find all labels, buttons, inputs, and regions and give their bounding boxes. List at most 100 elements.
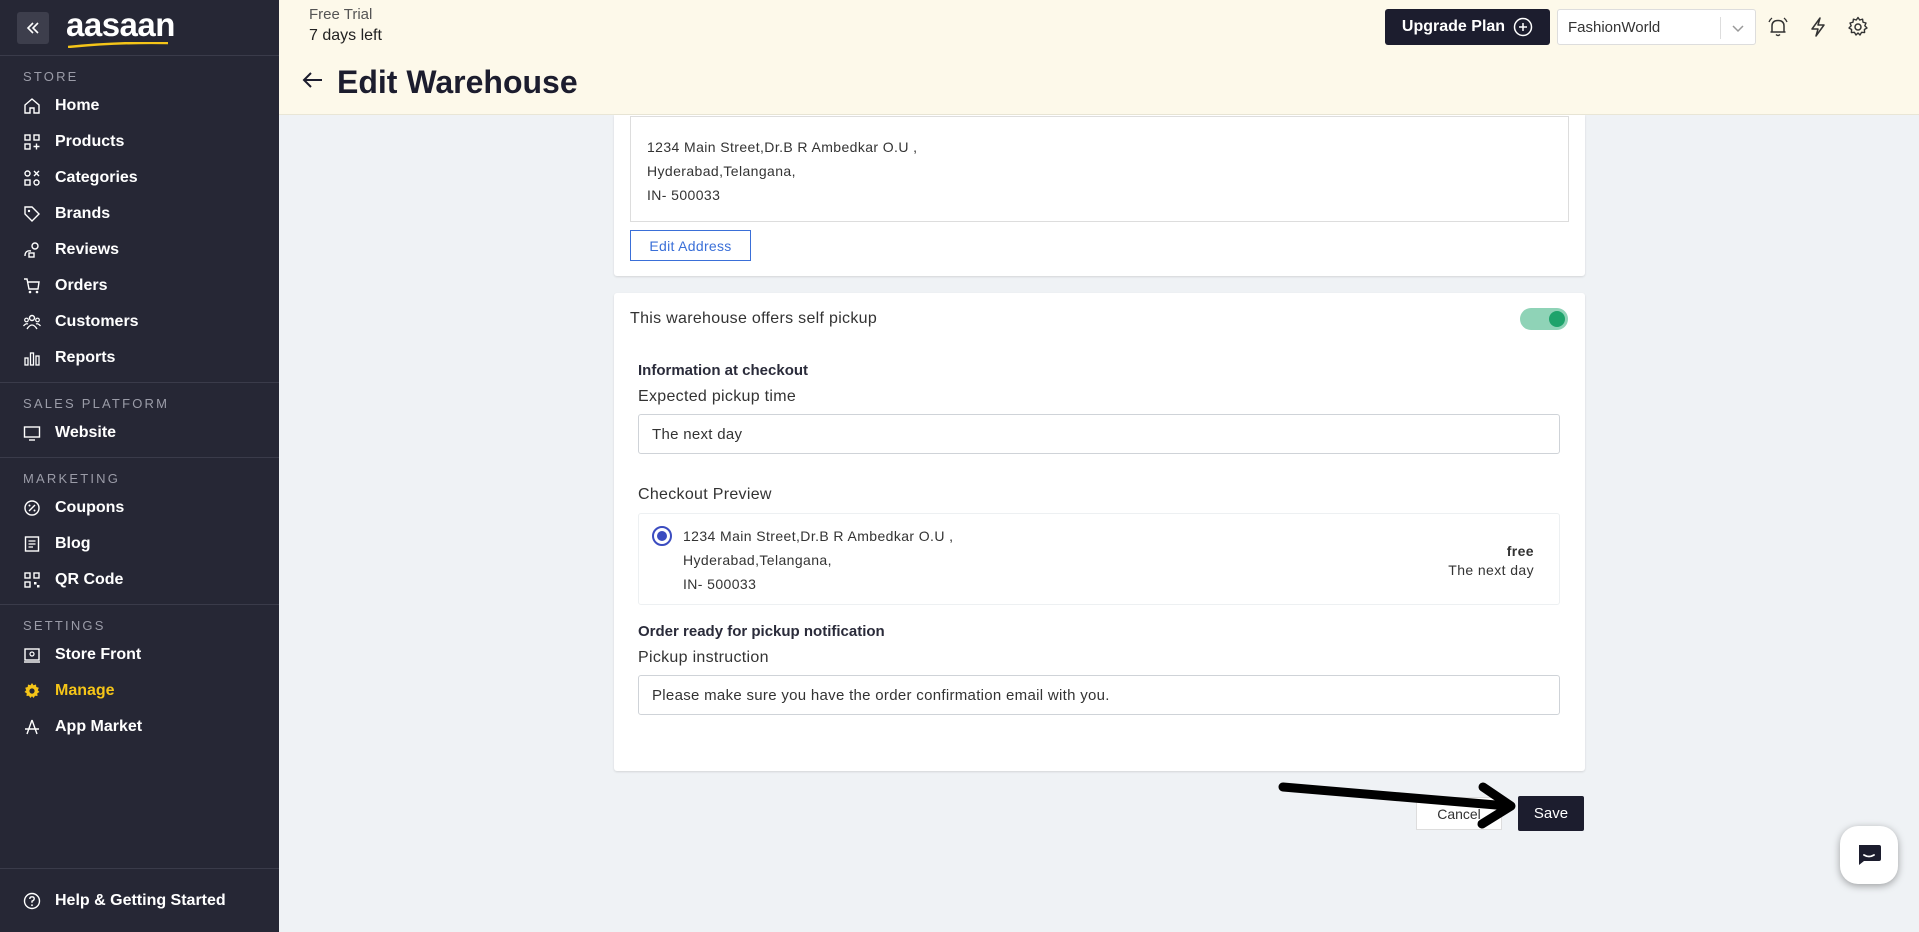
sidebar-item-orders[interactable]: Orders — [0, 268, 279, 304]
sidebar-item-store-front[interactable]: Store Front — [0, 637, 279, 673]
pickup-option-radio[interactable] — [652, 526, 672, 546]
collapse-sidebar-button[interactable] — [17, 11, 49, 44]
sidebar-item-label: QR Code — [55, 571, 124, 588]
sidebar-item-label: Products — [55, 133, 125, 150]
sidebar-item-label: Manage — [55, 682, 115, 699]
checkout-preview-label: Checkout Preview — [638, 486, 772, 503]
sidebar-item-categories[interactable]: Categories — [0, 160, 279, 196]
cancel-button[interactable]: Cancel — [1416, 797, 1502, 830]
checkout-preview-box: 1234 Main Street,Dr.B R Ambedkar O.U , H… — [638, 513, 1560, 605]
gear-icon — [23, 682, 41, 700]
sidebar-item-qr-code[interactable]: QR Code — [0, 562, 279, 598]
customers-icon — [23, 313, 41, 331]
page-title-row: Edit Warehouse — [301, 64, 578, 101]
help-getting-started-link[interactable]: Help & Getting Started — [0, 868, 279, 932]
sidebar-item-label: Coupons — [55, 499, 125, 516]
sidebar-item-reviews[interactable]: Reviews — [0, 232, 279, 268]
chat-widget-button[interactable] — [1840, 826, 1898, 884]
chevron-down-icon — [1730, 20, 1746, 36]
sidebar-item-reports[interactable]: Reports — [0, 340, 279, 376]
pickup-notification-heading: Order ready for pickup notification — [638, 623, 885, 640]
trial-days-left: 7 days left — [309, 27, 382, 44]
page-title: Edit Warehouse — [337, 64, 578, 100]
preview-price-time: free The next day — [1448, 542, 1534, 580]
self-pickup-toggle[interactable] — [1520, 308, 1568, 330]
pickup-instruction-input[interactable]: Please make sure you have the order conf… — [638, 675, 1560, 715]
self-pickup-label: This warehouse offers self pickup — [630, 310, 878, 327]
blog-icon — [23, 535, 41, 553]
double-chevron-left-icon — [26, 21, 39, 34]
sidebar-heading: SALES PLATFORM — [23, 396, 170, 411]
sidebar-item-label: Brands — [55, 205, 111, 222]
sidebar-item-home[interactable]: Home — [0, 88, 279, 124]
sidebar-section-store: STORE Home Products Categories Brands Re… — [0, 56, 279, 383]
categories-icon — [23, 169, 41, 187]
chat-bubble-icon — [1859, 845, 1881, 865]
save-button[interactable]: Save — [1518, 796, 1584, 831]
monitor-icon — [23, 424, 41, 442]
address-line-3: IN- 500033 — [647, 187, 721, 203]
sidebar-top: aasaan — [0, 0, 279, 56]
logo[interactable]: aasaan — [66, 8, 175, 48]
sidebar-item-label: Orders — [55, 277, 108, 294]
pickup-time-label: Expected pickup time — [638, 388, 797, 405]
sidebar-item-customers[interactable]: Customers — [0, 304, 279, 340]
qr-code-icon — [23, 571, 41, 589]
upgrade-plan-button[interactable]: Upgrade Plan — [1385, 9, 1550, 45]
sidebar-item-label: Customers — [55, 313, 139, 330]
warehouse-address-box: 1234 Main Street,Dr.B R Ambedkar O.U , H… — [630, 116, 1569, 222]
edit-address-button[interactable]: Edit Address — [630, 230, 751, 261]
sidebar-section-marketing: MARKETING Coupons Blog QR Code — [0, 458, 279, 605]
sidebar-item-app-market[interactable]: App Market — [0, 709, 279, 745]
preview-address: 1234 Main Street,Dr.B R Ambedkar O.U , H… — [683, 524, 953, 596]
preview-price: free — [1506, 543, 1534, 559]
checkout-info-heading: Information at checkout — [638, 362, 809, 379]
lightning-icon[interactable] — [1806, 15, 1830, 39]
sidebar-item-label: Reports — [55, 349, 116, 366]
tag-icon — [23, 205, 41, 223]
coupon-icon — [23, 499, 41, 517]
divider — [1720, 17, 1721, 39]
sidebar-section-sales-platform: SALES PLATFORM Website — [0, 383, 279, 458]
plus-circle-icon — [1513, 17, 1533, 37]
sidebar-item-label: Categories — [55, 169, 138, 186]
notifications-bell-icon[interactable] — [1766, 15, 1790, 39]
bar-chart-icon — [23, 349, 41, 367]
reviews-icon — [23, 241, 41, 259]
upgrade-plan-label: Upgrade Plan — [1401, 18, 1506, 35]
help-icon — [23, 892, 41, 910]
cart-icon — [23, 277, 41, 295]
store-name: FashionWorld — [1568, 18, 1661, 36]
help-label: Help & Getting Started — [55, 891, 226, 909]
sidebar-heading: SETTINGS — [23, 618, 106, 633]
sidebar-item-brands[interactable]: Brands — [0, 196, 279, 232]
sidebar-item-blog[interactable]: Blog — [0, 526, 279, 562]
preview-address-line-1: 1234 Main Street,Dr.B R Ambedkar O.U , — [683, 528, 954, 544]
products-icon — [23, 133, 41, 151]
sidebar: aasaan STORE Home Products Categories Br… — [0, 0, 279, 932]
logo-swoosh-icon — [68, 42, 168, 48]
toggle-knob — [1549, 311, 1565, 327]
preview-pickup-time: The next day — [1448, 562, 1534, 578]
store-selector[interactable]: FashionWorld — [1557, 9, 1756, 45]
trial-title: Free Trial — [309, 6, 373, 23]
sidebar-item-products[interactable]: Products — [0, 124, 279, 160]
pickup-instruction-label: Pickup instruction — [638, 649, 769, 666]
expected-pickup-time-input[interactable]: The next day — [638, 414, 1560, 454]
sidebar-item-label: App Market — [55, 718, 143, 735]
address-line-2: Hyderabad,Telangana, — [647, 163, 796, 179]
sidebar-section-settings: SETTINGS Store Front Manage App Market — [0, 605, 279, 751]
preview-address-line-3: IN- 500033 — [683, 576, 757, 592]
free-trial-info: Free Trial 7 days left — [309, 6, 382, 45]
sidebar-item-coupons[interactable]: Coupons — [0, 490, 279, 526]
sidebar-item-label: Home — [55, 97, 100, 114]
sidebar-item-label: Store Front — [55, 646, 142, 663]
settings-gear-icon[interactable] — [1846, 15, 1870, 39]
sidebar-item-label: Reviews — [55, 241, 120, 258]
preview-address-line-2: Hyderabad,Telangana, — [683, 552, 832, 568]
sidebar-item-manage[interactable]: Manage — [0, 673, 279, 709]
radio-dot — [657, 531, 667, 541]
back-arrow-icon[interactable] — [301, 68, 325, 97]
sidebar-item-label: Website — [55, 424, 117, 441]
sidebar-item-website[interactable]: Website — [0, 415, 279, 451]
